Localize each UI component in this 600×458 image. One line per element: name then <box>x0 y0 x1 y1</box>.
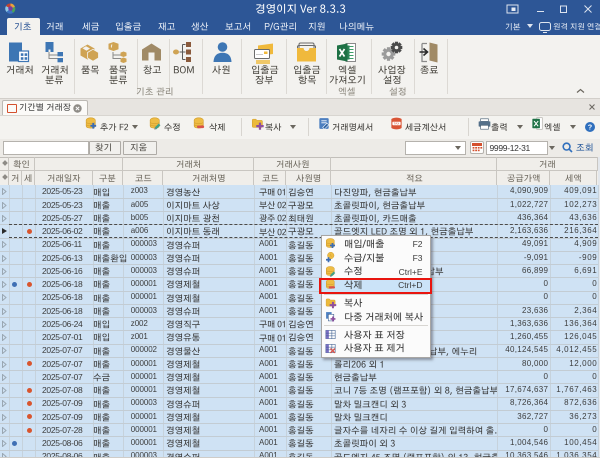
svg-text:TAX: TAX <box>394 122 400 126</box>
svg-text:?: ? <box>588 122 593 131</box>
